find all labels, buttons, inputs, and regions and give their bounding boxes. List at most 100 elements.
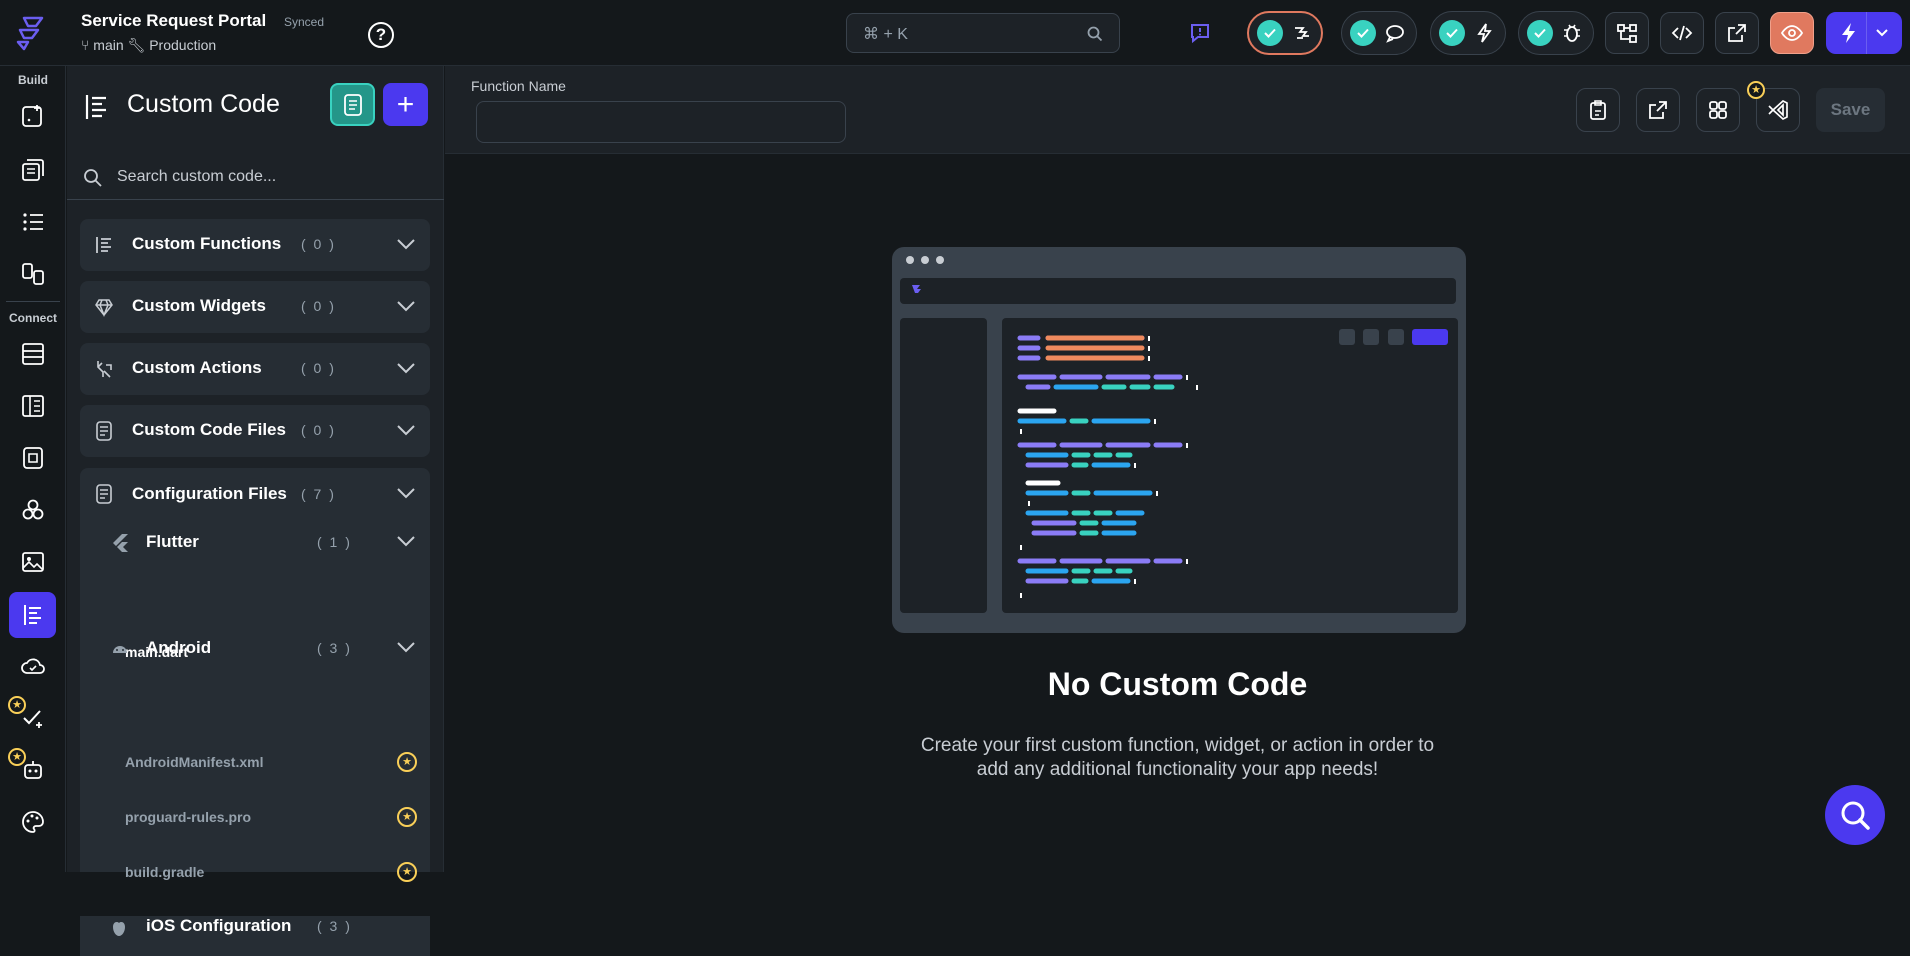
chevron-down-icon[interactable]	[396, 299, 416, 313]
section-custom-code-files[interactable]: Custom Code Files ( 0 )	[80, 405, 430, 457]
gem-icon	[95, 299, 113, 317]
apple-icon	[113, 922, 125, 936]
save-button[interactable]: Save	[1816, 88, 1885, 132]
star-badge-icon: ★	[1747, 81, 1765, 99]
preview-eye-icon[interactable]	[1770, 12, 1814, 54]
android-group[interactable]: Android ( 3 )	[80, 628, 430, 668]
custom-code-icon[interactable]	[9, 592, 56, 638]
components-icon[interactable]	[13, 150, 53, 190]
environment-name: Production	[149, 37, 217, 53]
file-icon	[96, 484, 112, 504]
section-label: Configuration Files	[132, 484, 287, 503]
bolt-list-icon	[1477, 23, 1492, 43]
section-count: ( 7 )	[301, 486, 336, 502]
open-external-icon[interactable]	[1715, 12, 1759, 54]
empty-state-title: No Custom Code	[1047, 666, 1308, 702]
check-icon	[1439, 20, 1465, 46]
chevron-down-icon[interactable]	[1875, 28, 1889, 38]
actions-status-pill[interactable]	[1430, 11, 1506, 55]
chat-status-pill[interactable]	[1341, 11, 1417, 55]
add-page-icon[interactable]	[13, 96, 53, 136]
plus-icon: +	[396, 87, 415, 121]
chevron-down-icon[interactable]	[396, 423, 416, 437]
media-assets-icon[interactable]	[13, 542, 53, 582]
database-icon[interactable]	[13, 334, 53, 374]
section-custom-actions[interactable]: Custom Actions ( 0 )	[80, 343, 430, 395]
help-icon[interactable]: ?	[368, 22, 394, 48]
android-icon	[113, 646, 127, 653]
grid-icon[interactable]	[1696, 88, 1740, 132]
chevron-down-icon[interactable]	[396, 640, 416, 654]
group-label: Flutter	[146, 532, 199, 551]
ios-group[interactable]: iOS Configuration ( 3 )	[80, 916, 430, 956]
bolt-icon	[1841, 23, 1855, 43]
debug-status-pill[interactable]	[1518, 11, 1594, 55]
docs-button[interactable]	[330, 83, 375, 126]
section-label: Custom Actions	[132, 358, 262, 377]
bug-icon	[1564, 24, 1580, 42]
section-custom-functions[interactable]: Custom Functions ( 0 )	[80, 219, 430, 271]
function-name-input[interactable]	[476, 101, 846, 143]
file-android-manifest[interactable]: AndroidManifest.xml	[125, 754, 263, 770]
feedback-icon[interactable]	[1183, 12, 1217, 54]
design-system-icon[interactable]	[13, 802, 53, 842]
group-count: ( 3 )	[317, 918, 352, 934]
group-label: iOS Configuration	[146, 916, 292, 935]
file-icon	[96, 421, 112, 441]
chevron-down-icon[interactable]	[396, 237, 416, 251]
search-icon	[1841, 801, 1870, 830]
branch-icon: ⑂	[81, 37, 90, 53]
branch-name: main	[93, 37, 124, 53]
agent-status-pill[interactable]	[1247, 11, 1323, 55]
chat-icon	[1386, 25, 1404, 43]
code-view-icon[interactable]	[1660, 12, 1704, 54]
sync-status: Synced	[284, 15, 325, 29]
chevron-down-icon[interactable]	[396, 534, 416, 548]
editor-area: Function Name ★ Save No Custom Code Crea…	[445, 66, 1910, 872]
file-proguard-rules[interactable]: proguard-rules.pro	[125, 809, 251, 825]
branching-icon[interactable]	[1605, 12, 1649, 54]
panel-title: Custom Code	[127, 90, 280, 118]
branch-info[interactable]: ⑂ main 🔧︎ Production	[81, 37, 216, 54]
flutter-group[interactable]: Flutter ( 1 )	[80, 522, 430, 562]
open-external-icon[interactable]	[1636, 88, 1680, 132]
wrench-icon: 🔧︎	[127, 37, 146, 53]
action-icon	[97, 361, 112, 378]
section-custom-widgets[interactable]: Custom Widgets ( 0 )	[80, 281, 430, 333]
function-name-label: Function Name	[471, 78, 566, 94]
search-icon	[1087, 26, 1103, 42]
api-calls-icon[interactable]	[13, 438, 53, 478]
section-label: Custom Functions	[132, 234, 282, 253]
add-custom-code-button[interactable]: +	[383, 83, 428, 126]
build-section-label: Build	[18, 73, 48, 87]
document-icon	[343, 93, 362, 116]
copy-code-icon[interactable]	[1576, 88, 1620, 132]
run-button[interactable]	[1826, 12, 1902, 54]
search-fab-button[interactable]	[1825, 785, 1885, 845]
section-count: ( 0 )	[301, 422, 336, 438]
flutterflow-logo-icon[interactable]	[14, 14, 50, 52]
file-build-gradle[interactable]: build.gradle	[125, 864, 204, 880]
cloud-functions-icon[interactable]	[13, 646, 53, 686]
search-shortcut: ⌘ + K	[863, 26, 908, 43]
check-icon	[1257, 20, 1283, 46]
chevron-down-icon[interactable]	[396, 361, 416, 375]
empty-desc-line1: Create your first custom function, widge…	[920, 735, 1435, 756]
search-icon	[84, 169, 102, 187]
star-icon: ★	[397, 807, 417, 827]
nav-rail: Build Connect ★ ★	[0, 66, 66, 872]
custom-code-search[interactable]: Search custom code...	[67, 152, 444, 200]
configuration-files-header[interactable]: Configuration Files ( 7 )	[80, 474, 430, 514]
theme-icon[interactable]	[13, 254, 53, 294]
section-count: ( 0 )	[301, 360, 336, 376]
chevron-down-icon[interactable]	[396, 486, 416, 500]
command-search[interactable]: ⌘ + K	[846, 13, 1120, 53]
app-state-icon[interactable]	[13, 386, 53, 426]
flutter-icon	[113, 534, 128, 552]
section-label: Custom Code Files	[132, 420, 286, 439]
list-icon[interactable]	[13, 202, 53, 242]
group-count: ( 3 )	[317, 640, 352, 656]
search-placeholder: Search custom code...	[117, 168, 277, 185]
integrations-icon[interactable]	[13, 490, 53, 530]
star-icon: ★	[397, 862, 417, 882]
